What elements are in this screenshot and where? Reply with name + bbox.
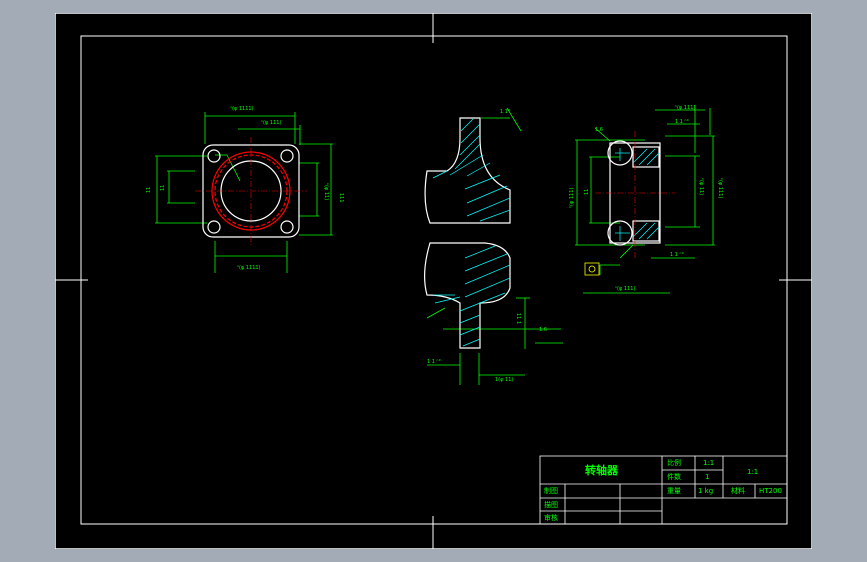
section-dim-top: 1 1° bbox=[500, 109, 511, 115]
side-view: ⁿ(φ 111) 1 1 ⁿ° ⁿ(φ 111) 11 ⁿ(φ 111) ⁿ(φ… bbox=[569, 105, 723, 294]
section-dimensions bbox=[426, 107, 563, 385]
sheet-outer-border bbox=[54, 12, 813, 550]
scale-value: 1:1 bbox=[703, 459, 714, 467]
part-name: 转轴器 bbox=[585, 463, 619, 477]
checker-label: 描图 bbox=[544, 500, 558, 509]
side-center-lines bbox=[595, 131, 675, 258]
plan-dim-bottom: ⁿ(φ 1111) bbox=[237, 265, 261, 271]
side-dim-right-outer: ⁿ(φ 111) bbox=[717, 178, 723, 198]
weight-value: 1 kg bbox=[698, 487, 713, 495]
side-datum-box bbox=[584, 262, 600, 276]
drawing-canvas: ⁿ(φ 1111) ⁿ(φ 111) 11 11 111 ⁿ(φ 11) ⁿ(φ… bbox=[54, 12, 813, 550]
side-hatch bbox=[615, 148, 660, 241]
quantity-value: 1 bbox=[705, 473, 709, 481]
designer-label: 制图 bbox=[544, 486, 558, 495]
drawing-sheet: ⁿ(φ 1111) ⁿ(φ 111) 11 11 111 ⁿ(φ 11) ⁿ(φ… bbox=[54, 12, 813, 550]
plan-view: ⁿ(φ 1111) ⁿ(φ 111) 11 11 111 ⁿ(φ 11) ⁿ(φ… bbox=[146, 106, 344, 273]
plan-dim-right-inner: ⁿ(φ 11) bbox=[323, 183, 329, 200]
side-dim-right-inner: ⁿ(φ 11) bbox=[698, 178, 704, 195]
side-dim-top-outer: ⁿ(φ 111) bbox=[675, 105, 695, 111]
plan-dim-top-inner: ⁿ(φ 111) bbox=[261, 120, 281, 126]
weight-label: 重量 bbox=[667, 487, 681, 495]
section-upper-part bbox=[424, 117, 511, 224]
material-value: HT200 bbox=[759, 487, 782, 495]
section-dim-right: 11 1 bbox=[515, 313, 521, 324]
side-dim-top-inner: 1 1 ⁿ° bbox=[675, 119, 690, 125]
sheet-ref: 1:1 bbox=[747, 468, 758, 476]
side-dim-left-outer: ⁿ(φ 111) bbox=[569, 188, 575, 208]
section-upper-hatch bbox=[432, 118, 511, 222]
plan-dimensions bbox=[155, 112, 333, 273]
plan-dim-right-outer: 111 bbox=[338, 193, 344, 203]
section-dim-bottom-left: 1 1 ⁿ° bbox=[427, 359, 442, 365]
section-roughness: 1.6 bbox=[539, 327, 547, 333]
side-roughness: 1.6 bbox=[595, 127, 603, 133]
quantity-label: 件数 bbox=[667, 472, 681, 481]
title-block: 转轴器 比例 1:1 件数 1 重量 1 kg 材料 HT200 1:1 制图 … bbox=[539, 455, 788, 525]
reviewer-label: 审核 bbox=[544, 513, 558, 522]
scale-label: 比例 bbox=[667, 458, 681, 467]
cad-viewport[interactable]: ⁿ(φ 1111) ⁿ(φ 111) 11 11 111 ⁿ(φ 11) ⁿ(φ… bbox=[0, 0, 867, 562]
plan-dim-left-outer: 11 bbox=[146, 187, 152, 193]
section-dim-bottom-right: 1(φ 11) bbox=[495, 377, 513, 383]
plan-dim-left-inner: 11 bbox=[160, 185, 166, 191]
section-lower-hatch bbox=[433, 245, 511, 347]
side-dim-bottom: ⁿ(φ 111) bbox=[615, 286, 635, 292]
side-dim-left-inner: 11 bbox=[584, 189, 590, 195]
material-label: 材料 bbox=[731, 486, 745, 495]
plan-dim-top-outer: ⁿ(φ 1111) bbox=[230, 106, 254, 112]
section-view: 1 1° 1 1 ⁿ° 1(φ 11) 11 1 1.6 bbox=[424, 107, 563, 385]
side-dimensions bbox=[575, 105, 715, 294]
side-datum-symbol bbox=[588, 265, 596, 273]
side-note: 1 1 ⁿ° bbox=[670, 252, 685, 258]
center-marks bbox=[55, 13, 812, 549]
